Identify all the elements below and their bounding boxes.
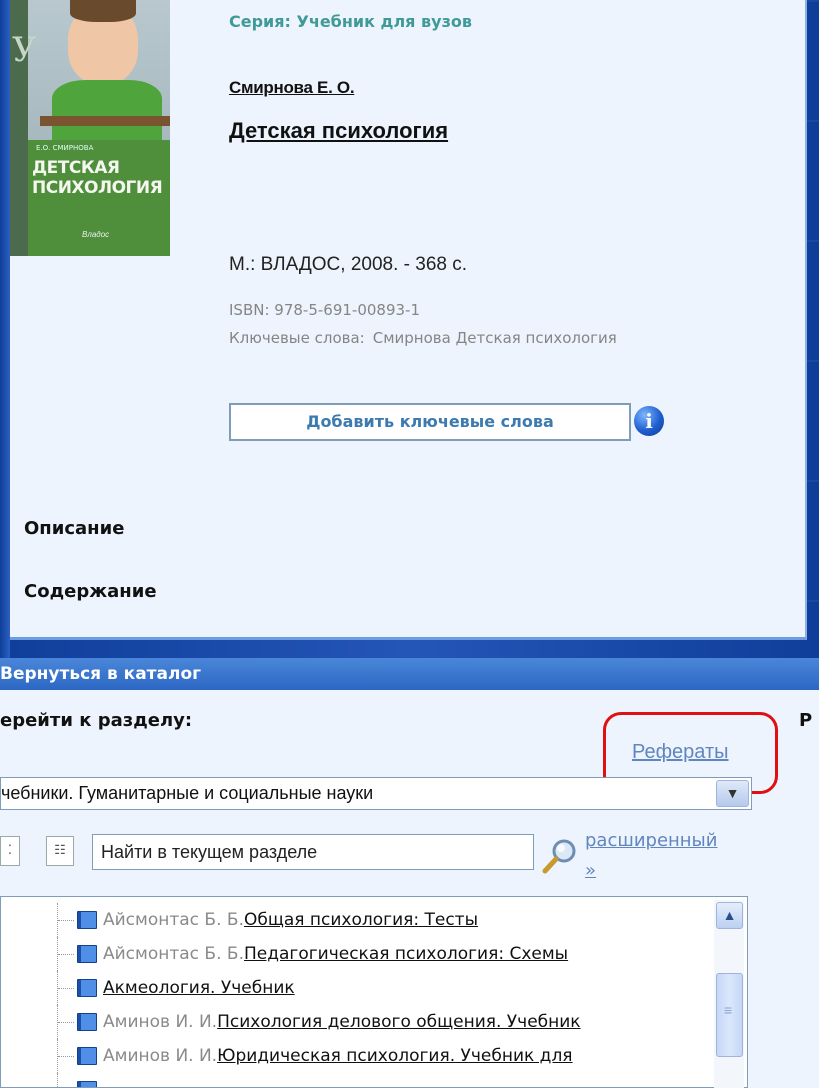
cover-series-logo: У bbox=[12, 30, 37, 70]
goto-section-label: ерейти к разделу: bbox=[0, 710, 193, 731]
advanced-search-label[interactable]: расширенный bbox=[585, 830, 717, 851]
tree-connector bbox=[57, 937, 77, 971]
search-input[interactable]: Найти в текущем разделе bbox=[92, 834, 534, 870]
tree-connector bbox=[57, 971, 77, 1005]
book-keywords: Ключевые слова: Смирнова Детская психолог… bbox=[229, 327, 699, 349]
item-author: Аминов И. И. bbox=[103, 1046, 218, 1066]
chevron-up-icon[interactable]: ▲ bbox=[716, 902, 743, 929]
book-icon bbox=[77, 979, 97, 997]
list-item[interactable]: Аминов И. И.Юридическая психология. Учеб… bbox=[1, 1039, 713, 1073]
book-icon bbox=[77, 1081, 97, 1087]
tree-expand-icon[interactable]: ☷ bbox=[46, 836, 74, 866]
book-isbn: ISBN: 978-5-691-00893-1 bbox=[229, 301, 420, 319]
scrollbar-thumb[interactable] bbox=[716, 973, 743, 1057]
list-item[interactable]: Айсмонтас Б. Б.Общая психология: Тесты bbox=[1, 903, 713, 937]
cover-crib-rail bbox=[40, 116, 170, 126]
chevron-down-icon[interactable]: ▼ bbox=[716, 780, 749, 807]
list-item[interactable]: Айсмонтас Б. Б.Педагогическая психология… bbox=[1, 937, 713, 971]
back-to-catalog-link[interactable]: Вернуться в каталог bbox=[0, 658, 819, 690]
cover-title: ДЕТСКАЯ ПСИХОЛОГИЯ bbox=[32, 158, 170, 198]
item-title-link[interactable]: Юридическая психология. Учебник для bbox=[217, 1046, 572, 1066]
item-title-link[interactable]: Психология делового общения. Учебник bbox=[217, 1012, 580, 1032]
section-select[interactable]: чебники. Гуманитарные и социальные науки bbox=[0, 777, 752, 810]
cover-author: Е.О. СМИРНОВА bbox=[36, 144, 94, 152]
keywords-label: Ключевые слова: bbox=[229, 329, 365, 347]
contents-section-link[interactable]: Содержание bbox=[24, 581, 157, 602]
window-left-edge bbox=[0, 0, 10, 658]
item-title-link[interactable]: Общая психология: Тесты bbox=[244, 910, 478, 930]
book-publisher-info: М.: ВЛАДОС, 2008. - 368 с. bbox=[229, 254, 468, 275]
tree-connector bbox=[57, 1005, 77, 1039]
cover-child-shirt bbox=[52, 80, 162, 142]
list-item[interactable]: Акмеология. Учебник bbox=[1, 971, 713, 1005]
cover-child-hair bbox=[70, 0, 136, 22]
cover-title-line2: ПСИХОЛОГИЯ bbox=[32, 178, 163, 198]
tree-connector bbox=[57, 903, 77, 937]
book-series: Серия: Учебник для вузов bbox=[229, 12, 472, 31]
item-author: Аминов И. И. bbox=[103, 1012, 218, 1032]
list-item[interactable]: Аминов И. И.Психология делового общения.… bbox=[1, 1005, 713, 1039]
right-column-heading: Р bbox=[799, 710, 813, 731]
info-icon[interactable]: i bbox=[634, 406, 664, 436]
description-section-link[interactable]: Описание bbox=[24, 518, 124, 539]
advanced-search-link[interactable]: расширенный » bbox=[585, 826, 755, 886]
cover-title-line1: ДЕТСКАЯ bbox=[32, 158, 120, 178]
tree-connector bbox=[57, 1039, 77, 1073]
book-icon bbox=[77, 1013, 97, 1031]
book-title-link[interactable]: Детская психология bbox=[229, 118, 448, 144]
list-item[interactable] bbox=[1, 1073, 713, 1087]
item-author: Айсмонтас Б. Б. bbox=[103, 944, 244, 964]
add-keywords-button[interactable]: Добавить ключевые слова bbox=[229, 403, 631, 441]
book-icon bbox=[77, 911, 97, 929]
tree-connector bbox=[57, 1073, 77, 1087]
book-cover-image[interactable]: У Е.О. СМИРНОВА ДЕТСКАЯ ПСИХОЛОГИЯ Владо… bbox=[10, 0, 170, 256]
book-author-link[interactable]: Смирнова Е. О. bbox=[229, 78, 355, 98]
keywords-value: Смирнова Детская психология bbox=[372, 329, 617, 347]
catalog-book-list: Айсмонтас Б. Б.Общая психология: Тесты А… bbox=[0, 896, 748, 1088]
tree-collapse-icon[interactable]: ⁚ bbox=[0, 836, 20, 866]
item-title-link[interactable]: Педагогическая психология: Схемы bbox=[244, 944, 568, 964]
book-icon bbox=[77, 945, 97, 963]
item-title-link[interactable]: Акмеология. Учебник bbox=[103, 978, 295, 998]
item-author: Айсмонтас Б. Б. bbox=[103, 910, 244, 930]
advanced-search-arrow[interactable]: » bbox=[585, 860, 596, 881]
book-icon bbox=[77, 1047, 97, 1065]
search-icon[interactable] bbox=[540, 836, 580, 876]
cover-publisher: Владос bbox=[82, 230, 110, 239]
